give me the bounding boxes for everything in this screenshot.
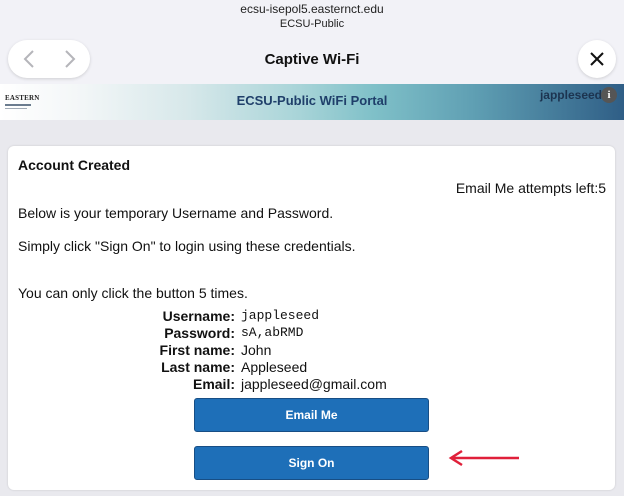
instruction-line-3: You can only click the button 5 times. [18,285,248,301]
sign-on-button[interactable]: Sign On [194,446,429,480]
host-name: ecsu-isepol5.easternct.edu [240,2,384,16]
last-name-row: Last name: Appleseed [18,359,618,376]
last-name-label: Last name: [161,359,235,375]
password-label: Password: [164,325,235,341]
last-name-value: Appleseed [241,359,308,375]
password-value: sA,abRMD [241,325,304,340]
network-name: ECSU-Public [279,18,345,30]
close-button[interactable] [578,40,616,78]
username-row: Username: jappleseed [18,308,618,325]
email-row: Email: jappleseed@gmail.com [18,376,618,393]
email-value: jappleseed@gmail.com [241,376,387,392]
password-row: Password: sA,abRMD [18,325,618,342]
info-icon[interactable]: i [601,87,617,103]
username-label: Username: [162,308,235,324]
instruction-line-1: Below is your temporary Username and Pas… [18,205,334,221]
page-title: Captive Wi-Fi [264,51,360,68]
browser-topbar: ecsu-isepol5.easternct.edu ECSU-Public C… [0,0,624,84]
instruction-line-2: Simply click "Sign On" to login using th… [18,238,356,254]
host-info: ecsu-isepol5.easternct.edu ECSU-Public [0,2,624,32]
close-icon [590,52,604,66]
username-value: jappleseed [241,308,320,323]
arrow-left-icon [448,449,519,467]
email-label: Email: [192,376,235,392]
account-card: Account Created Email Me attempts left:5… [8,146,615,490]
first-name-value: John [241,342,272,358]
email-attempts: Email Me attempts left:5 [455,180,606,196]
card-heading: Account Created [18,157,131,173]
logged-user: jappleseed [539,88,602,102]
email-me-button[interactable]: Email Me [194,398,429,432]
first-name-label: First name: [159,342,235,358]
portal-title: ECSU-Public WiFi Portal [236,93,388,108]
first-name-row: First name: John [18,342,618,359]
